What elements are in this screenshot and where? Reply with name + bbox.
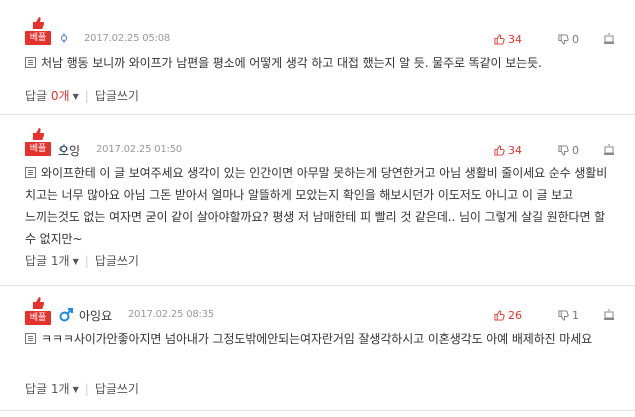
upvote-count: 26: [508, 309, 522, 322]
thumbs-up-icon: [33, 17, 44, 29]
best-badge: 베플: [25, 16, 51, 48]
thumbs-down-icon: [558, 34, 569, 45]
write-reply-button[interactable]: 답글쓰기: [95, 382, 139, 396]
thumbs-down-icon: [558, 310, 569, 321]
reply-toggle[interactable]: 답글 0개 ▼: [25, 89, 79, 103]
reply-toggle[interactable]: 답글 1개 ▼: [25, 254, 79, 268]
reply-count: 1개: [50, 254, 70, 268]
reply-label: 답글: [25, 89, 48, 103]
comment-item: 베플 으잉 2017.02.25 01:50 34 0 와이프한테 이 글 보여…: [0, 115, 635, 286]
comment-body: 처남 행동 보니까 와이프가 남편을 평소에 어떻게 생각 하고 대접 했는지 …: [25, 52, 615, 74]
thumbs-up-icon: [494, 310, 505, 321]
reply-count: 1개: [50, 382, 70, 396]
downvote-button[interactable]: 0: [558, 33, 579, 46]
best-badge: 베플: [25, 127, 51, 159]
caret-down-icon: ▼: [72, 385, 79, 394]
best-badge-label: 베플: [25, 142, 51, 156]
downvote-button[interactable]: 1: [558, 309, 579, 322]
thumbs-down-icon: [558, 145, 569, 156]
doc-icon: [25, 57, 36, 68]
upvote-count: 34: [508, 144, 522, 157]
thumbs-up-icon: [33, 297, 44, 309]
neutral-gender-icon: [60, 33, 68, 48]
comment-date: 2017.02.25 01:50: [96, 144, 183, 155]
write-reply-button[interactable]: 답글쓰기: [95, 254, 139, 268]
downvote-button[interactable]: 0: [558, 144, 579, 157]
divider: |: [84, 254, 89, 268]
comment-nickname[interactable]: 아잉요: [79, 307, 112, 324]
reply-bar: 답글 1개 ▼ | 답글쓰기: [25, 252, 139, 269]
upvote-button[interactable]: 34: [494, 144, 522, 157]
comment-text: ㅋㅋㅋ사이가안좋아지면 넘아내가 그정도밖에안되는여자란거임 잘생각하시고 이혼…: [41, 332, 593, 346]
thumbs-up-icon: [33, 128, 44, 140]
best-badge-label: 베플: [25, 31, 51, 45]
comment-list: 베플 2017.02.25 05:08 34 0 처남 행동 보니까 와이프가 …: [0, 0, 635, 417]
reply-toggle[interactable]: 답글 1개 ▼: [25, 382, 79, 396]
report-icon[interactable]: [603, 309, 615, 321]
report-icon[interactable]: [603, 33, 615, 45]
reply-bar: 답글 1개 ▼ | 답글쓰기: [25, 380, 139, 397]
best-badge-label: 베플: [25, 311, 51, 325]
best-badge: 베플: [25, 296, 51, 328]
comment-item: 베플 아잉요 2017.02.25 08:35 26 1 ㅋㅋㅋ사이가안좋아지면…: [0, 286, 635, 411]
comment-text: 처남 행동 보니까 와이프가 남편을 평소에 어떻게 생각 하고 대접 했는지 …: [41, 56, 542, 70]
report-icon[interactable]: [603, 144, 615, 156]
downvote-count: 0: [572, 144, 579, 157]
upvote-count: 34: [508, 33, 522, 46]
reply-label: 답글: [25, 382, 48, 396]
doc-icon: [25, 167, 36, 178]
male-icon: [59, 308, 73, 325]
thumbs-up-icon: [494, 145, 505, 156]
caret-down-icon: ▼: [72, 92, 79, 101]
caret-down-icon: ▼: [72, 257, 79, 266]
comment-date: 2017.02.25 08:35: [128, 309, 215, 320]
upvote-button[interactable]: 34: [494, 33, 522, 46]
doc-icon: [25, 333, 36, 344]
reply-bar: 답글 0개 ▼ | 답글쓰기: [25, 87, 139, 104]
divider: |: [84, 382, 89, 396]
downvote-count: 1: [572, 309, 579, 322]
comment-item: 베플 2017.02.25 05:08 34 0 처남 행동 보니까 와이프가 …: [0, 14, 635, 115]
upvote-button[interactable]: 26: [494, 309, 522, 322]
comment-body: 와이프한테 이 글 보여주세요 생각이 있는 인간이면 아무말 못하는게 당연한…: [25, 162, 615, 250]
reply-label: 답글: [25, 254, 48, 268]
comment-text: 와이프한테 이 글 보여주세요 생각이 있는 인간이면 아무말 못하는게 당연한…: [25, 166, 608, 246]
divider: |: [84, 89, 89, 103]
thumbs-up-icon: [494, 34, 505, 45]
comment-nickname[interactable]: 으잉: [58, 142, 80, 159]
comment-date: 2017.02.25 05:08: [84, 33, 171, 44]
comment-body: ㅋㅋㅋ사이가안좋아지면 넘아내가 그정도밖에안되는여자란거임 잘생각하시고 이혼…: [25, 328, 615, 350]
write-reply-button[interactable]: 답글쓰기: [95, 89, 139, 103]
reply-count: 0개: [50, 89, 70, 103]
downvote-count: 0: [572, 33, 579, 46]
